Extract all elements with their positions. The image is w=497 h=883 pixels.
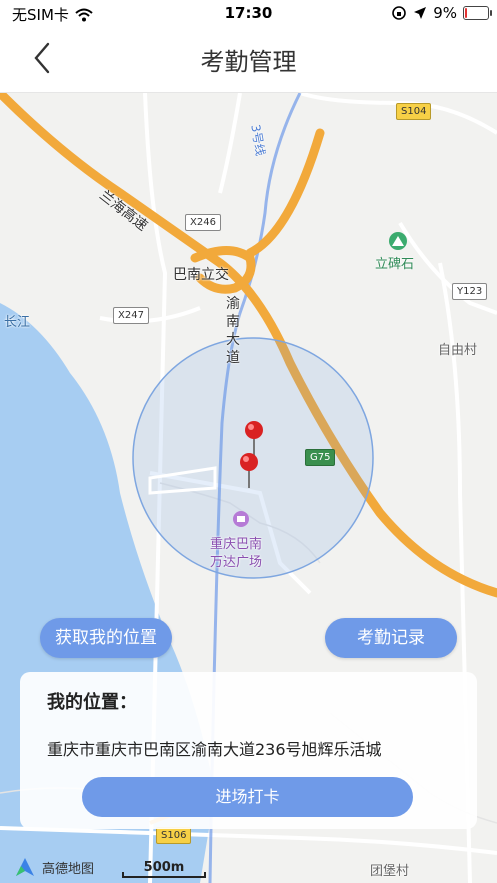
map-label-yunan-avenue: 渝南大道 — [226, 296, 240, 366]
page-title: 考勤管理 — [200, 48, 297, 76]
battery-level — [465, 8, 467, 18]
map-label-libeishi: 立碑石 — [375, 257, 415, 272]
map-label-wanda-1: 重庆巴南 — [210, 537, 263, 552]
road-shield-g75: G75 — [305, 449, 336, 466]
shopping-icon — [233, 511, 249, 527]
road-shield-s104: S104 — [396, 103, 432, 120]
map-label-wanda-2: 万达广场 — [210, 555, 263, 570]
location-address: 重庆市重庆市巴南区渝南大道236号旭辉乐活城 — [47, 740, 382, 759]
park-icon — [389, 232, 407, 250]
map-brand: 高德地图 — [14, 856, 94, 878]
road-shield-x247: X247 — [113, 307, 149, 324]
map-scale-bar — [122, 872, 206, 878]
road-shield-x246: X246 — [185, 214, 221, 231]
status-bar: 无SIM卡 17:30 9% — [0, 0, 497, 28]
orientation-lock-icon — [392, 6, 407, 20]
amap-logo-icon — [16, 858, 34, 876]
road-shield-s106: S106 — [156, 827, 192, 844]
location-card: 我的位置： 重庆市重庆市巴南区渝南大道236号旭辉乐活城 进场打卡 — [20, 672, 477, 829]
attendance-records-button[interactable]: 考勤记录 — [325, 618, 457, 658]
status-right: 9% — [391, 4, 492, 22]
nav-bar: 考勤管理 — [0, 28, 497, 93]
road-shield-y123: Y123 — [452, 283, 488, 300]
battery-percent: 9% — [433, 4, 457, 22]
get-location-button[interactable]: 获取我的位置 — [40, 618, 172, 658]
map-label-changjiang: 长江 — [4, 315, 31, 330]
map-label-banan-interchange: 巴南立交 — [173, 267, 229, 283]
amap-brand-label: 高德地图 — [42, 861, 95, 877]
location-title: 我的位置： — [47, 692, 137, 713]
battery-icon — [463, 6, 492, 20]
map-scale: 500m — [122, 860, 206, 878]
map-label-tuanbaocun: 团堡村 — [370, 864, 410, 879]
checkin-button[interactable]: 进场打卡 — [82, 777, 413, 817]
map-label-ziyoucun: 自由村 — [438, 343, 478, 358]
location-arrow-icon — [414, 7, 427, 19]
